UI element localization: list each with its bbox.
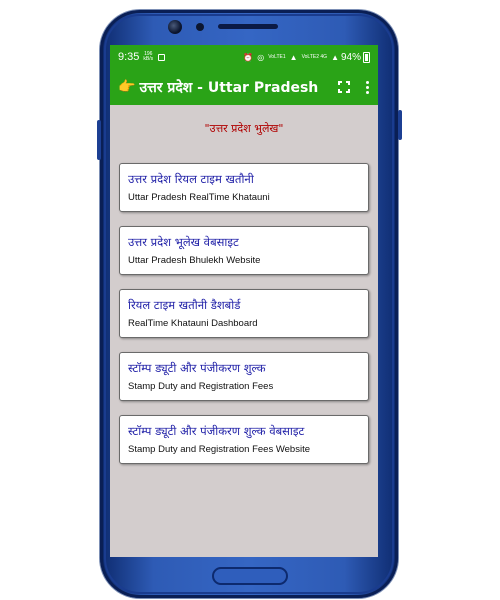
phone-screen: 9:35 196 kB/s ⏰ ◎ VoLTE1 ▲ VoLTE2 4G ▲ 9… — [110, 45, 378, 557]
earpiece-speaker — [218, 24, 278, 29]
list-item-stamp-duty[interactable]: स्टॉम्प ड्यूटी और पंजीकरण शुल्क Stamp Du… — [119, 352, 369, 401]
more-vert-icon[interactable] — [364, 80, 370, 94]
volte2-label: VoLTE2 4G — [301, 54, 328, 60]
front-camera — [168, 20, 182, 34]
list-item-hindi-label: रियल टाइम खतौनी डैशबोर्ड — [128, 298, 241, 312]
list-item-english-label: Uttar Pradesh RealTime Khatauni — [128, 192, 270, 203]
app-bar: 👉 उत्तर प्रदेश - Uttar Pradesh — [110, 69, 378, 105]
power-button — [398, 110, 402, 140]
fullscreen-icon[interactable] — [338, 81, 350, 93]
gallery-notification-icon — [158, 53, 166, 61]
list-item-khatauni-dashboard[interactable]: रियल टाइम खतौनी डैशबोर्ड RealTime Khatau… — [119, 289, 369, 338]
network-speed: 196 kB/s — [143, 52, 153, 62]
proximity-sensor — [196, 23, 204, 31]
volte1-label: VoLTE1 — [268, 54, 286, 60]
battery-percent: 94% — [340, 51, 361, 63]
list-item-english-label: Uttar Pradesh Bhulekh Website — [128, 255, 261, 266]
list-item-hindi-label: उत्तर प्रदेश भूलेख वेबसाइट — [128, 235, 239, 249]
list-item-english-label: Stamp Duty and Registration Fees — [128, 381, 274, 392]
list-item-english-label: RealTime Khatauni Dashboard — [128, 318, 258, 329]
hotspot-icon: ◎ — [257, 52, 265, 62]
list-item-english-label: Stamp Duty and Registration Fees Website — [128, 444, 310, 455]
battery-icon — [363, 51, 370, 63]
status-icons: ⏰ ◎ VoLTE1 ▲ VoLTE2 4G ▲ — [243, 53, 339, 62]
page-heading: "उत्तर प्रदेश भुलेख" — [204, 122, 284, 135]
list-item-bhulekh-website[interactable]: उत्तर प्रदेश भूलेख वेबसाइट Uttar Pradesh… — [119, 226, 369, 275]
list-item-hindi-label: स्टॉम्प ड्यूटी और पंजीकरण शुल्क वेबसाइट — [128, 424, 305, 438]
list-item-hindi-label: स्टॉम्प ड्यूटी और पंजीकरण शुल्क — [128, 361, 266, 375]
list-item-hindi-label: उत्तर प्रदेश रियल टाइम खतौनी — [128, 172, 254, 186]
status-bar: 9:35 196 kB/s ⏰ ◎ VoLTE1 ▲ VoLTE2 4G ▲ 9… — [110, 45, 378, 69]
home-button[interactable] — [212, 567, 288, 585]
list-item-stamp-duty-website[interactable]: स्टॉम्प ड्यूटी और पंजीकरण शुल्क वेबसाइट … — [119, 415, 369, 464]
status-time: 9:35 — [118, 51, 140, 63]
signal-1-icon: ▲ — [289, 52, 298, 62]
signal-2-icon: ▲ — [331, 52, 339, 62]
volume-button — [97, 120, 101, 160]
list-item-realtime-khatauni[interactable]: उत्तर प्रदेश रियल टाइम खतौनी Uttar Prade… — [119, 163, 369, 212]
pointing-hand-icon: 👉 — [118, 79, 136, 95]
alarm-icon: ⏰ — [243, 52, 254, 62]
app-title: उत्तर प्रदेश - Uttar Pradesh — [139, 79, 319, 96]
network-speed-unit: kB/s — [143, 56, 154, 62]
